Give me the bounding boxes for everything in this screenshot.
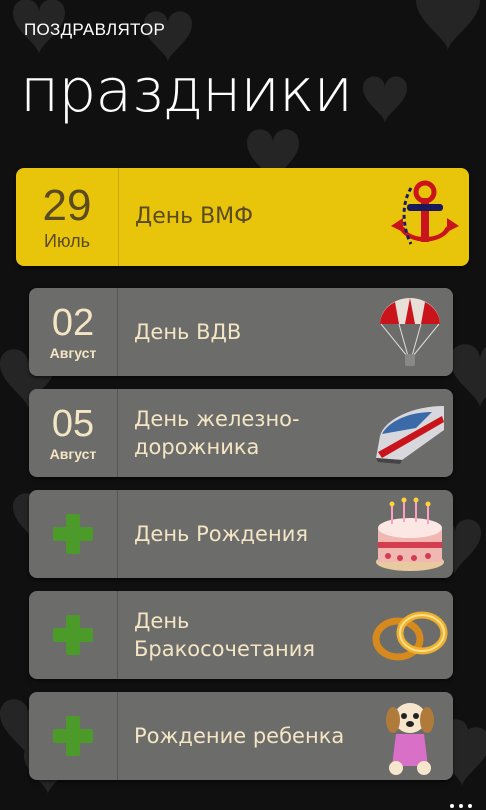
holiday-day: 29 [42,180,92,230]
holiday-item-baby-birth[interactable]: Рождение ребенка [29,692,453,780]
holiday-name: День Рождения [134,522,308,546]
app-title: ПОЗДРАВЛЯТОР [24,20,166,39]
dot [459,804,463,808]
holiday-day: 02 [51,302,95,344]
holiday-month: Август [49,345,97,361]
cake-icon [367,490,453,578]
anchor-icon [383,168,469,266]
baby-dog-icon [367,692,453,780]
plus-icon [53,514,93,554]
add-date [29,692,118,780]
holiday-item-wedding[interactable]: День Бракосочетания [29,591,453,679]
holiday-month: Август [49,446,97,462]
holiday-name: День ВМФ [135,204,254,229]
parachute-icon [367,288,453,376]
add-date [29,490,118,578]
holiday-day: 05 [51,403,95,445]
holiday-item-airborne-day[interactable]: 02 Август День ВДВ [29,288,453,376]
holiday-name: День железно-дорожника [134,407,300,459]
add-date [29,591,118,679]
holiday-item-birthday[interactable]: День Рождения [29,490,453,578]
holiday-name: Рождение ребенка [134,724,345,748]
plus-icon [53,716,93,756]
holiday-date: 02 Август [29,288,118,376]
holiday-name: День Бракосочетания [134,609,315,661]
more-menu-button[interactable] [450,804,472,808]
holiday-item-navy-day[interactable]: 29 Июль День ВМФ [16,168,469,266]
dot [468,804,472,808]
holiday-date: 29 Июль [16,168,119,266]
holiday-month: Июль [44,230,90,251]
dot [450,804,454,808]
holiday-item-railway-day[interactable]: 05 Август День железно-дорожника [29,389,453,477]
holiday-date: 05 Август [29,389,118,477]
train-icon [367,389,453,477]
holiday-name: День ВДВ [134,320,242,344]
page-title: праздники [20,56,353,126]
plus-icon [53,615,93,655]
rings-icon [367,591,453,679]
